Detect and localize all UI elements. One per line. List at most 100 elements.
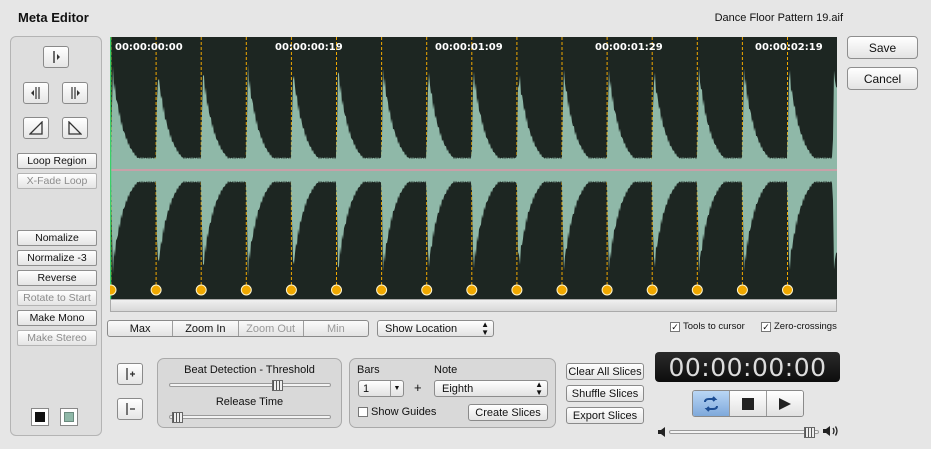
save-button[interactable]: Save (847, 36, 918, 59)
clear-all-slices-button[interactable]: Clear All Slices (566, 363, 644, 380)
tools-to-cursor-label: Tools to cursor (683, 321, 745, 332)
trim-start-button[interactable] (43, 46, 69, 68)
play-icon (779, 397, 791, 410)
chevron-down-icon: ▼ (390, 381, 403, 396)
slice-marker-handle[interactable] (150, 284, 162, 296)
zero-crossings-checkbox[interactable]: ✓ Zero-crossings (761, 321, 837, 332)
timecode-label: 00:00:01:29 (595, 42, 663, 53)
xfade-loop-button[interactable]: X-Fade Loop (17, 173, 97, 189)
timecode-label: 00:00:01:09 (435, 42, 503, 53)
waveform-canvas[interactable] (110, 37, 837, 299)
waveform-scrollbar[interactable] (110, 299, 837, 312)
beat-detection-group: Beat Detection - Threshold Release Time (157, 358, 342, 428)
fade-out-button[interactable] (62, 117, 88, 139)
slice-marker-handle[interactable] (285, 284, 297, 296)
popup-arrows-icon: ▲ ▼ (535, 379, 543, 397)
zoom-control: Max Zoom In Zoom Out Min (107, 320, 369, 337)
slice-marker-handle[interactable] (691, 284, 703, 296)
slice-marker-handle[interactable] (736, 284, 748, 296)
create-slices-button[interactable]: Create Slices (468, 404, 548, 421)
file-name: Dance Floor Pattern 19.aif (714, 12, 843, 24)
threshold-label: Beat Detection - Threshold (184, 364, 315, 376)
zero-crossings-label: Zero-crossings (774, 321, 837, 332)
zoom-max-button[interactable]: Max (108, 321, 174, 336)
slice-marker-handle[interactable] (601, 284, 613, 296)
bars-select[interactable]: 1 ▼ (358, 380, 404, 397)
move-left-button[interactable] (23, 82, 49, 104)
stop-icon (742, 397, 754, 410)
timecode-label: 00:00:02:19 (755, 42, 823, 53)
bars-label: Bars (357, 364, 380, 376)
release-time-slider[interactable] (169, 415, 331, 419)
loop-button[interactable] (693, 391, 730, 416)
bars-value: 1 (363, 382, 370, 395)
checkbox-checked-icon: ✓ (670, 321, 680, 332)
note-select[interactable]: Eighth ▲ ▼ (434, 380, 548, 397)
slice-marker-handle[interactable] (421, 284, 433, 296)
slice-marker-handle[interactable] (782, 284, 793, 296)
zoom-out-button[interactable]: Zoom Out (239, 321, 304, 336)
stop-button[interactable] (730, 391, 767, 416)
time-display: 00:00:00:00 (655, 352, 840, 382)
volume-slider[interactable] (669, 430, 819, 434)
slice-marker-handle[interactable] (646, 284, 658, 296)
move-right-button[interactable] (62, 82, 88, 104)
fade-in-button[interactable] (23, 117, 49, 139)
speaker-low-icon (657, 426, 667, 441)
loop-region-button[interactable]: Loop Region (17, 153, 97, 169)
reverse-button[interactable]: Reverse (17, 270, 97, 286)
shuffle-slices-button[interactable]: Shuffle Slices (566, 385, 644, 402)
zoom-in-button[interactable]: Zoom In (173, 321, 239, 336)
play-button[interactable] (767, 391, 803, 416)
show-guides-label: Show Guides (371, 406, 437, 418)
fade-out-icon (68, 121, 82, 135)
make-stereo-button[interactable]: Make Stereo (17, 330, 97, 346)
checkbox-unchecked-icon (358, 407, 368, 417)
threshold-slider[interactable] (169, 383, 331, 387)
slice-marker-handle[interactable] (331, 284, 342, 296)
tools-to-cursor-checkbox[interactable]: ✓ Tools to cursor (670, 321, 745, 332)
threshold-slider-thumb[interactable] (271, 380, 283, 391)
waveform-display[interactable] (110, 37, 837, 299)
loop-icon (704, 395, 718, 412)
zoom-min-button[interactable]: Min (304, 321, 368, 336)
slice-marker-handle[interactable] (376, 284, 388, 296)
note-label: Note (434, 364, 458, 376)
move-right-icon (71, 87, 80, 99)
move-left-icon (31, 87, 40, 99)
show-location-label: Show Location (385, 322, 458, 335)
trim-start-icon (53, 51, 60, 63)
release-time-slider-thumb[interactable] (172, 412, 184, 423)
waveform-color-green-swatch[interactable] (60, 408, 78, 426)
add-marker-button[interactable] (117, 363, 143, 385)
export-slices-button[interactable]: Export Slices (566, 407, 644, 424)
make-mono-button[interactable]: Make Mono (17, 310, 97, 326)
timeline-ruler: 00:00:00:00 00:00:00:19 00:00:01:09 00:0… (110, 37, 837, 59)
remove-marker-button[interactable] (117, 398, 143, 420)
slice-marker-handle[interactable] (195, 284, 207, 296)
normalize-button[interactable]: Nomalize (17, 230, 97, 246)
timecode-label: 00:00:00:19 (275, 42, 343, 53)
show-location-popup[interactable]: Show Location ▲ ▼ (377, 320, 494, 337)
checkbox-checked-icon: ✓ (761, 321, 771, 332)
normalize-minus3-button[interactable]: Normalize -3 (17, 250, 97, 266)
green-swatch-fill (64, 412, 74, 422)
plus-sign: + (414, 380, 422, 395)
volume-slider-thumb[interactable] (803, 427, 815, 438)
rotate-to-start-button[interactable]: Rotate to Start (17, 290, 97, 306)
fade-in-icon (29, 121, 43, 135)
slice-marker-handle[interactable] (240, 284, 252, 296)
popup-arrows-icon: ▲ ▼ (481, 319, 489, 337)
slice-marker-handle[interactable] (511, 284, 523, 296)
remove-marker-icon (126, 403, 135, 415)
note-value: Eighth (442, 382, 474, 395)
speaker-high-icon (822, 424, 840, 441)
show-guides-checkbox[interactable]: Show Guides (358, 406, 436, 418)
waveform-color-black-swatch[interactable] (31, 408, 49, 426)
cancel-button[interactable]: Cancel (847, 67, 918, 90)
slice-marker-handle[interactable] (466, 284, 478, 296)
black-swatch-fill (35, 412, 45, 422)
slice-marker-handle[interactable] (110, 284, 117, 296)
release-time-label: Release Time (215, 396, 284, 408)
slice-marker-handle[interactable] (556, 284, 568, 296)
